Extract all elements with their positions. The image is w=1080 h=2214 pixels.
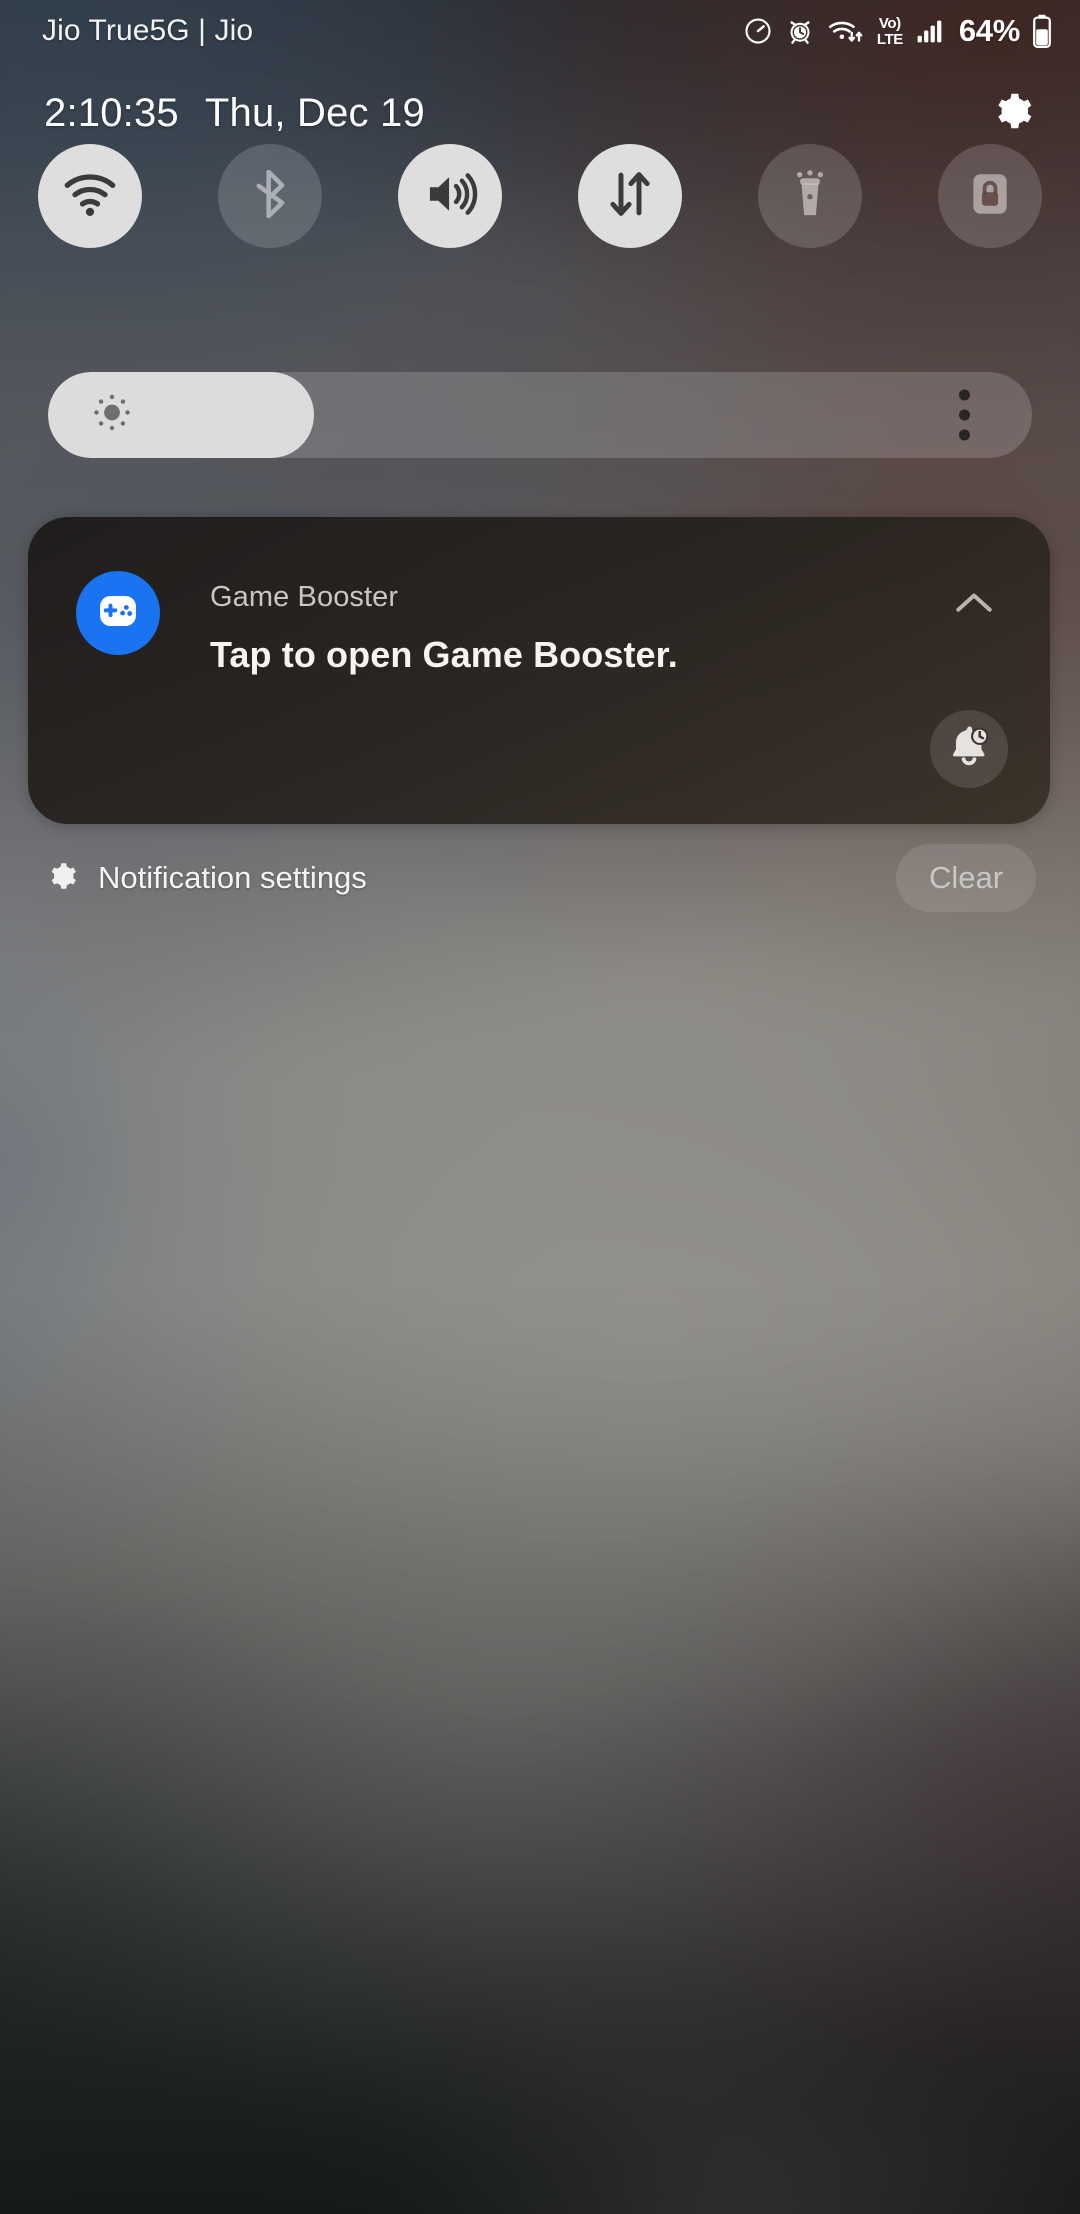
battery-percent-label: 64% — [958, 13, 1020, 48]
notification-title: Tap to open Game Booster. — [210, 634, 678, 675]
clock-date[interactable]: Thu, Dec 19 — [205, 91, 425, 136]
settings-button[interactable] — [980, 82, 1042, 144]
quick-toggle-auto-rotate[interactable] — [938, 144, 1042, 248]
clock-time[interactable]: 2:10:35 — [44, 91, 179, 136]
dot — [959, 409, 970, 421]
gear-icon — [44, 859, 78, 898]
notification-app-icon — [76, 571, 160, 655]
dot — [959, 429, 970, 441]
carrier-label: Jio True5G | Jio — [42, 14, 254, 47]
volte-icon: Vo) LTE — [877, 16, 903, 47]
bell-clock-icon — [946, 724, 992, 775]
notification-collapse-button[interactable] — [948, 585, 1000, 625]
status-bar: Jio True5G | Jio Vo) LTE 64% — [0, 0, 1080, 62]
data-arrows-icon — [603, 167, 657, 226]
clear-button[interactable]: Clear — [896, 844, 1036, 912]
volume-up-icon — [422, 166, 478, 227]
notification-card[interactable]: Game Booster Tap to open Game Booster. — [28, 517, 1050, 824]
quick-toggle-bluetooth[interactable] — [218, 144, 322, 248]
wifi-icon — [61, 165, 119, 228]
game-controller-icon — [93, 586, 143, 641]
quick-settings-panel: Jio True5G | Jio Vo) LTE 64% 2:10:35 Thu… — [0, 0, 1080, 2214]
volte-top-label: Vo) — [878, 14, 901, 32]
quick-toggle-sound[interactable] — [398, 144, 502, 248]
notification-settings-button[interactable]: Notification settings — [44, 859, 367, 898]
rotation-lock-icon — [963, 167, 1017, 226]
signal-bars-icon — [915, 18, 945, 44]
wifi-data-transfer-icon — [827, 16, 865, 46]
alarm-icon — [785, 16, 815, 46]
volte-bottom-label: LTE — [876, 30, 903, 48]
more-vertical-icon[interactable] — [959, 389, 970, 441]
bluetooth-icon — [243, 167, 297, 226]
notification-snooze-button[interactable] — [930, 710, 1008, 788]
wallpaper-scrim — [0, 0, 1080, 2214]
brightness-slider[interactable] — [48, 372, 1032, 458]
flashlight-icon — [783, 167, 837, 226]
quick-toggle-flashlight[interactable] — [758, 144, 862, 248]
quick-toggle-wifi[interactable] — [38, 144, 142, 248]
chevron-up-icon — [953, 589, 995, 622]
notification-app-name: Game Booster — [210, 581, 399, 613]
clock-and-date[interactable]: 2:10:35 Thu, Dec 19 — [44, 91, 425, 136]
notification-footer: Notification settings Clear — [0, 842, 1080, 914]
brightness-slider-fill — [48, 372, 314, 458]
gear-icon — [988, 88, 1034, 139]
data-saver-icon — [743, 16, 773, 46]
notification-settings-label: Notification settings — [98, 860, 367, 895]
battery-icon — [1032, 14, 1052, 48]
brightness-sun-icon — [89, 390, 135, 441]
clock-row: 2:10:35 Thu, Dec 19 — [0, 78, 1080, 148]
status-bar-icons: Vo) LTE 64% — [743, 13, 1052, 49]
quick-toggle-mobile-data[interactable] — [578, 144, 682, 248]
clear-button-label: Clear — [928, 860, 1004, 895]
quick-toggles-row — [0, 143, 1080, 249]
dot — [959, 389, 970, 401]
